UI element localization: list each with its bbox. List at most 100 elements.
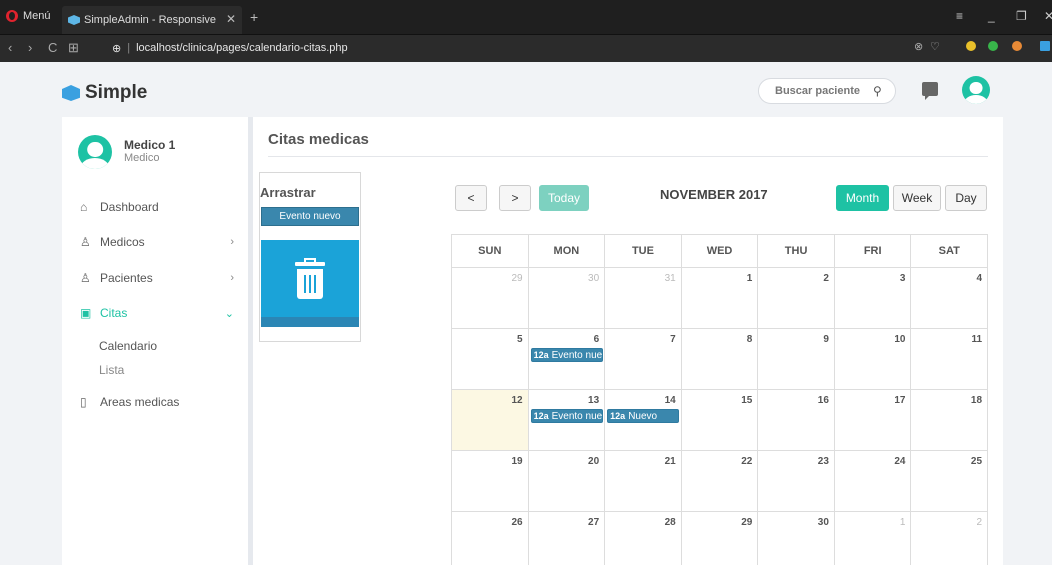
reload-icon[interactable]: C xyxy=(48,40,57,55)
day-header: WED xyxy=(681,235,759,268)
day-number: 23 xyxy=(817,456,829,467)
calendar-day-cell[interactable]: 2 xyxy=(911,512,989,565)
calendar-day-cell[interactable]: 6 12aEvento nuevo xyxy=(528,329,606,390)
calendar-day-cell[interactable]: 14 12a Nuevo xyxy=(605,390,682,451)
calendar-day-cell[interactable]: 3 xyxy=(834,268,912,329)
calendar-event[interactable]: 12a Nuevo xyxy=(607,409,680,423)
sidebar-item-citas[interactable]: ▣ Citas ⌄ xyxy=(80,303,240,323)
minimize-icon[interactable]: _ xyxy=(988,9,995,23)
calendar-day-cell[interactable]: 27 xyxy=(529,512,606,565)
calendar-day-cell[interactable]: 9 xyxy=(758,329,835,390)
search-input[interactable] xyxy=(775,85,861,97)
day-number: 16 xyxy=(817,395,829,406)
calendar-day-cell[interactable]: 30 xyxy=(528,268,606,329)
week-view-button[interactable]: Week xyxy=(893,185,941,211)
tab-close-icon[interactable]: ✕ xyxy=(226,12,236,26)
calendar-day-cell[interactable]: 11 xyxy=(911,329,989,390)
calendar-day-today[interactable]: 12 xyxy=(452,390,529,451)
calendar-day-cell[interactable]: 17 xyxy=(834,390,912,451)
calendar-day-cell[interactable]: 19 xyxy=(452,451,529,512)
heart-icon[interactable]: ♡ xyxy=(930,40,940,53)
calendar-day-cell[interactable]: 1 xyxy=(681,268,759,329)
calendar-day-cell[interactable]: 23 xyxy=(758,451,835,512)
chat-icon[interactable] xyxy=(922,82,938,100)
calendar-day-cell[interactable]: 16 xyxy=(758,390,835,451)
calendar-day-cell[interactable]: 20 xyxy=(528,451,606,512)
prev-month-button[interactable]: < xyxy=(455,185,487,211)
url-text: localhost/clinica/pages/calendario-citas… xyxy=(136,42,348,54)
search-icon[interactable]: ⚲ xyxy=(873,84,882,98)
shield-extension-icon[interactable] xyxy=(988,41,998,51)
calendar-week-row: 12 13 12aEvento nuevo1412aNuevo15 16 17 18 xyxy=(452,390,989,451)
day-number: 12 xyxy=(511,395,523,406)
sidebar-extension-icon[interactable] xyxy=(1040,41,1050,51)
today-button[interactable]: Today xyxy=(539,185,589,211)
sidebar-subitem-lista[interactable]: Lista xyxy=(99,363,124,377)
calendar-day-cell[interactable]: 24 xyxy=(834,451,912,512)
app-logo[interactable]: Simple xyxy=(62,82,147,104)
chevron-down-icon: ⌄ xyxy=(224,307,234,320)
calendar-day-cell[interactable]: 26 xyxy=(452,512,529,565)
calendar-day-cell[interactable]: 2 xyxy=(758,268,835,329)
browser-tab[interactable]: SimpleAdmin - Responsive ✕ xyxy=(62,6,242,34)
calendar-week-row: 29 30 31 1 2 3 4 xyxy=(452,268,989,329)
profile-avatar xyxy=(78,135,112,169)
opera-menu-button[interactable]: Menú xyxy=(6,10,51,22)
draggable-event[interactable]: Evento nuevo xyxy=(261,207,359,226)
calendar-day-cell[interactable]: 1 xyxy=(835,512,912,565)
day-view-button[interactable]: Day xyxy=(945,185,987,211)
user-icon: ♙ xyxy=(80,235,91,249)
calendar-day-cell[interactable]: 13 12aEvento nuevo xyxy=(528,390,606,451)
calendar-event[interactable]: 12aEvento nuevo xyxy=(530,348,603,362)
calendar-day-cell[interactable]: 29 xyxy=(682,512,759,565)
back-icon[interactable]: ‹ xyxy=(8,40,12,55)
profile-name: Medico 1 xyxy=(124,138,176,152)
sidebar-item-pacientes[interactable]: ♙ Pacientes › xyxy=(80,268,240,288)
menu-lines-icon[interactable]: ≡ xyxy=(956,9,963,23)
next-month-button[interactable]: > xyxy=(499,185,531,211)
calendar-day-cell[interactable]: 21 xyxy=(605,451,682,512)
tab-title: SimpleAdmin - Responsive xyxy=(84,14,217,26)
profile-extension-icon[interactable] xyxy=(1012,41,1022,51)
close-window-icon[interactable]: ✕ xyxy=(1044,9,1052,23)
day-number: 9 xyxy=(823,334,829,345)
day-header: SUN xyxy=(452,235,529,268)
calendar-event[interactable]: 12aEvento nuevo xyxy=(530,409,603,423)
clear-icon[interactable]: ⊗ xyxy=(914,40,923,53)
day-number: 30 xyxy=(588,273,600,284)
day-number: 13 xyxy=(588,395,600,406)
calendar-day-cell[interactable]: 29 xyxy=(452,268,529,329)
chevron-right-icon: › xyxy=(230,236,234,248)
calendar-day-cell[interactable]: 30 xyxy=(758,512,835,565)
cube-favicon-icon xyxy=(68,15,80,25)
day-number: 21 xyxy=(664,456,676,467)
calendar-day-cell[interactable]: 25 xyxy=(911,451,989,512)
extension-icon[interactable] xyxy=(966,41,976,51)
profile-role: Medico xyxy=(124,152,160,164)
day-number: 17 xyxy=(894,395,906,406)
new-tab-button[interactable]: + xyxy=(250,9,258,25)
calendar-day-cell[interactable]: 22 xyxy=(681,451,759,512)
speed-dial-icon[interactable]: ⊞ xyxy=(68,40,79,56)
calendar-day-cell[interactable]: 28 xyxy=(605,512,682,565)
calendar-day-cell[interactable]: 31 xyxy=(605,268,682,329)
calendar-day-cell[interactable]: 10 xyxy=(834,329,912,390)
calendar-day-cell[interactable]: 5 xyxy=(452,329,529,390)
sidebar-subitem-calendario[interactable]: Calendario xyxy=(99,339,157,353)
forward-icon[interactable]: › xyxy=(28,40,32,55)
month-view-button[interactable]: Month xyxy=(836,185,889,211)
calendar-day-cell[interactable]: 15 xyxy=(681,390,759,451)
calendar-day-cell[interactable]: 8 xyxy=(681,329,759,390)
calendar-day-cell[interactable]: 7 xyxy=(605,329,682,390)
user-avatar[interactable] xyxy=(962,76,990,104)
sidebar-item-dashboard[interactable]: ⌂ Dashboard xyxy=(80,197,240,217)
calendar-day-cell[interactable]: 4 xyxy=(911,268,989,329)
restore-icon[interactable]: ❐ xyxy=(1016,9,1027,23)
url-field[interactable]: ⊕ | localhost/clinica/pages/calendario-c… xyxy=(112,38,952,58)
patient-search[interactable]: ⚲ xyxy=(758,78,896,104)
calendar-day-cell[interactable]: 18 xyxy=(911,390,989,451)
sidebar-item-areas-medicas[interactable]: ▯ Areas medicas xyxy=(80,392,240,412)
trash-drop-zone[interactable] xyxy=(261,240,359,327)
day-number: 26 xyxy=(511,517,523,528)
sidebar-item-medicos[interactable]: ♙ Medicos › xyxy=(80,232,240,252)
